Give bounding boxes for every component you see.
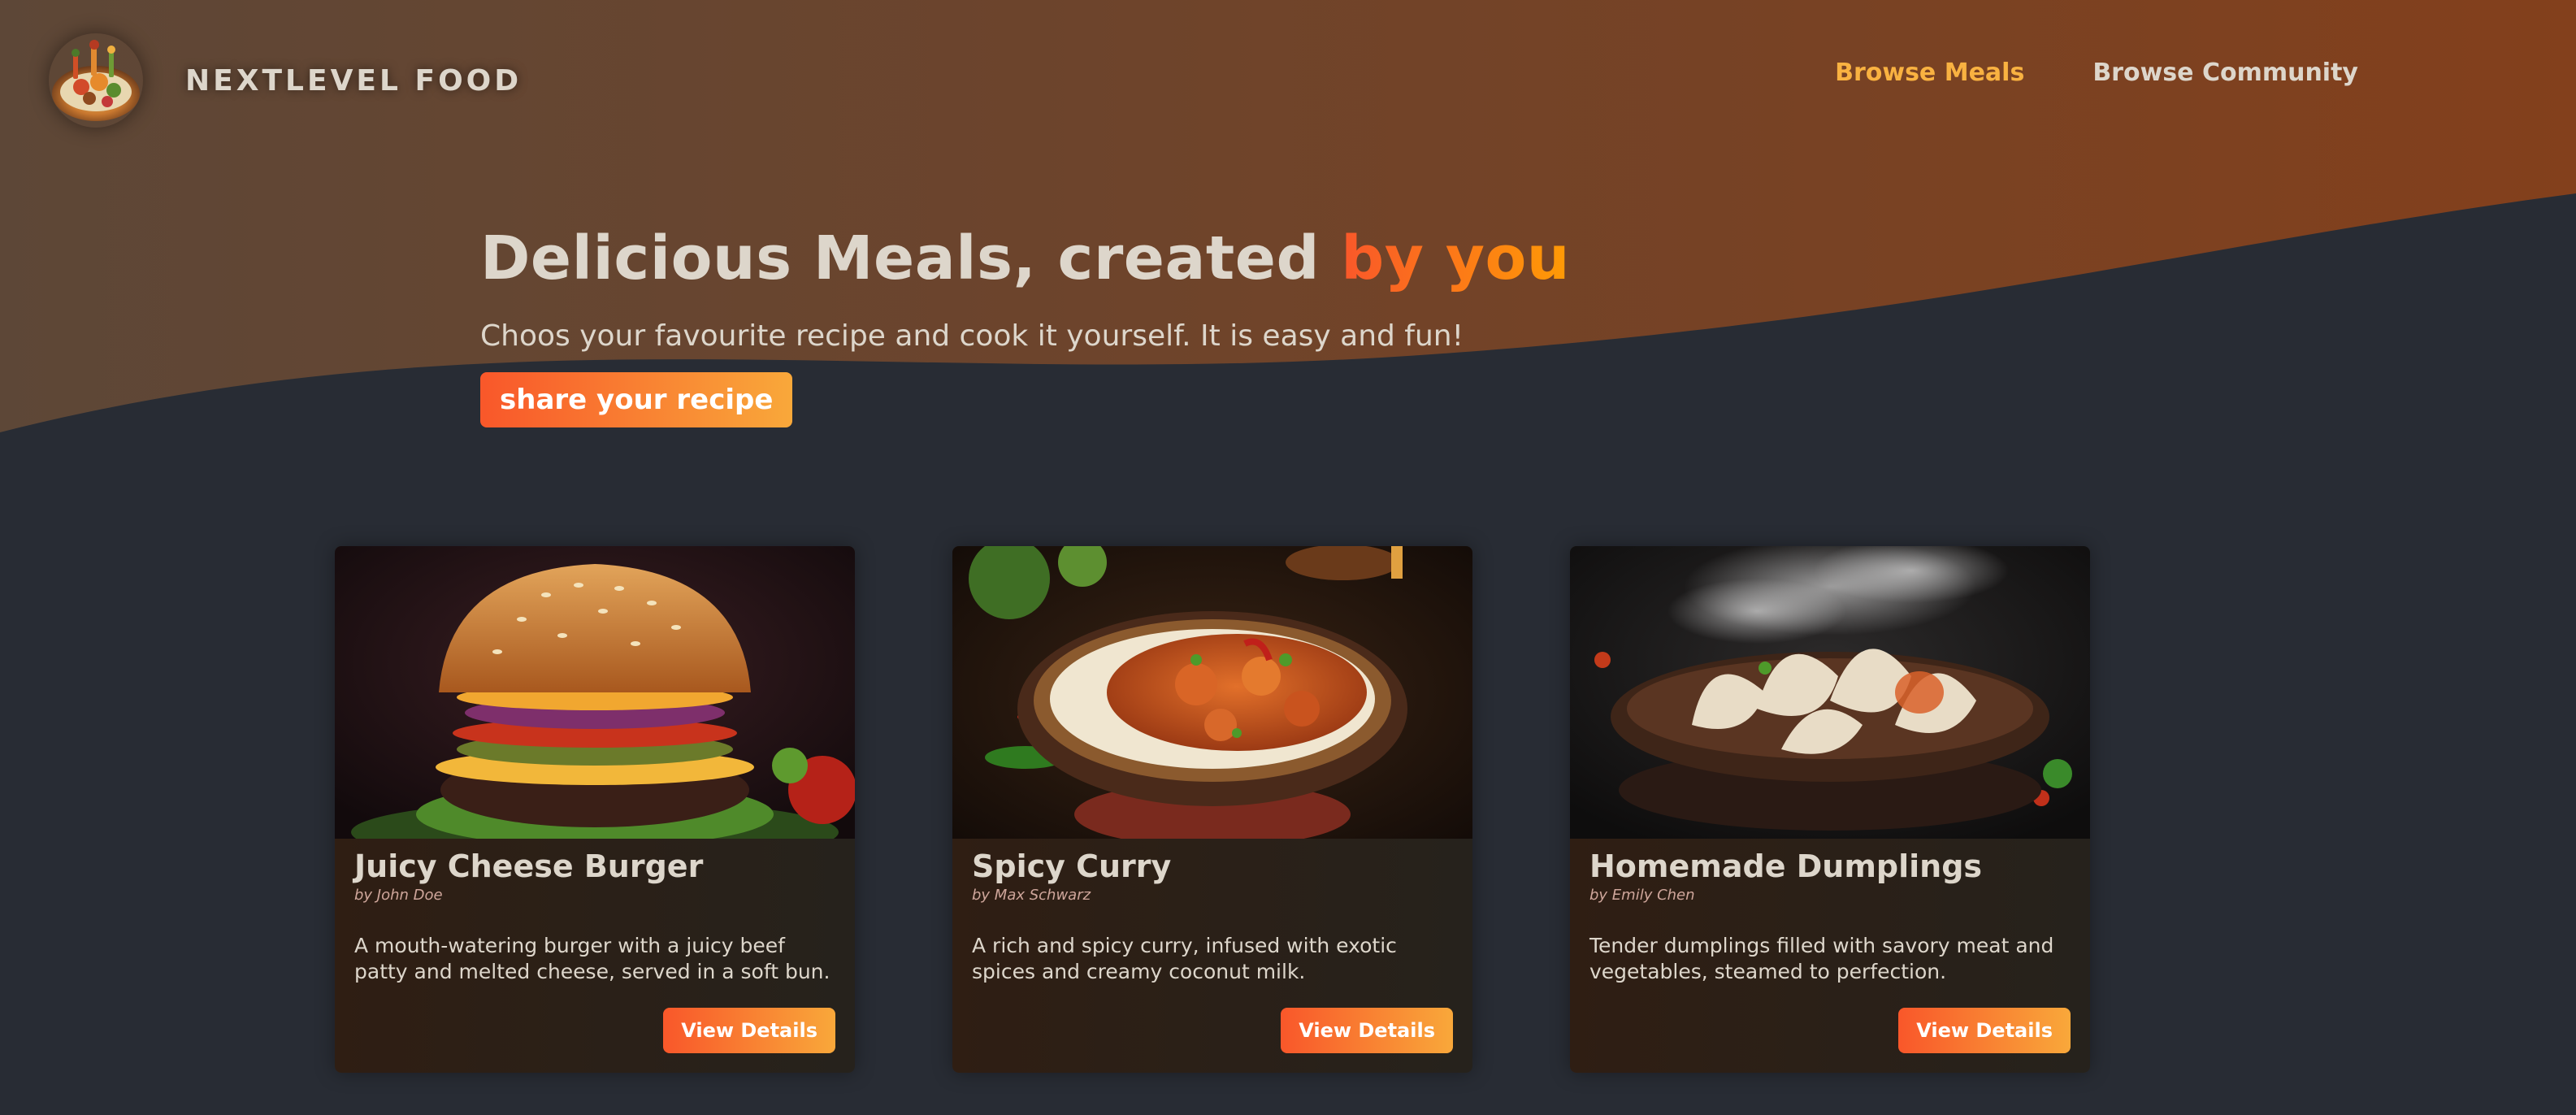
meal-description: A mouth-watering burger with a juicy bee… xyxy=(354,934,830,983)
meal-card: Spicy Curry by Max Schwarz A rich and sp… xyxy=(952,546,1472,1073)
meal-card: Juicy Cheese Burger by John Doe A mouth-… xyxy=(335,546,855,1073)
main-header: NEXTLEVEL FOOD Browse Meals Browse Commu… xyxy=(0,0,2576,159)
meal-author: by Max Schwarz xyxy=(972,887,1091,905)
meals-grid: Juicy Cheese Burger by John Doe A mouth-… xyxy=(335,546,2090,1073)
main-nav: Browse Meals Browse Community xyxy=(1835,59,2358,87)
hero-title-accent: by you xyxy=(1341,223,1570,293)
meal-card-body: Juicy Cheese Burger by John Doe A mouth-… xyxy=(335,839,855,984)
meal-author: by Emily Chen xyxy=(1589,887,1695,905)
meal-title: Spicy Curry xyxy=(972,848,1172,884)
brand-name: NEXTLEVEL FOOD xyxy=(185,63,523,98)
logo-link[interactable]: NEXTLEVEL FOOD xyxy=(49,29,522,132)
nav-browse-meals[interactable]: Browse Meals xyxy=(1835,59,2024,87)
meal-description: A rich and spicy curry, infused with exo… xyxy=(972,934,1397,983)
meal-description: Tender dumplings filled with savory meat… xyxy=(1589,934,2054,983)
burger-photo xyxy=(335,546,855,839)
meal-title: Homemade Dumplings xyxy=(1589,848,1983,884)
hero-title-main: Delicious Meals, created xyxy=(480,223,1342,293)
dumplings-photo xyxy=(1570,546,2090,839)
hero-subtitle: Choos your favourite recipe and cook it … xyxy=(480,319,1464,353)
meal-title: Juicy Cheese Burger xyxy=(354,848,704,884)
curry-photo xyxy=(952,546,1472,839)
meal-card-body: Spicy Curry by Max Schwarz A rich and sp… xyxy=(952,839,1472,984)
food-plate-icon xyxy=(52,40,140,121)
meal-author: by John Doe xyxy=(354,887,443,905)
hero-title: Delicious Meals, created by you xyxy=(480,223,1570,295)
view-details-button[interactable]: View Details xyxy=(663,1008,835,1053)
hero-section: Delicious Meals, created by you Choos yo… xyxy=(480,223,1570,427)
meal-card-body: Homemade Dumplings by Emily Chen Tender … xyxy=(1570,839,2090,984)
view-details-button[interactable]: View Details xyxy=(1281,1008,1453,1053)
share-recipe-button[interactable]: share your recipe xyxy=(480,371,793,427)
meal-card: Homemade Dumplings by Emily Chen Tender … xyxy=(1570,546,2090,1073)
nav-browse-community[interactable]: Browse Community xyxy=(2092,59,2358,87)
view-details-button[interactable]: View Details xyxy=(1898,1008,2071,1053)
